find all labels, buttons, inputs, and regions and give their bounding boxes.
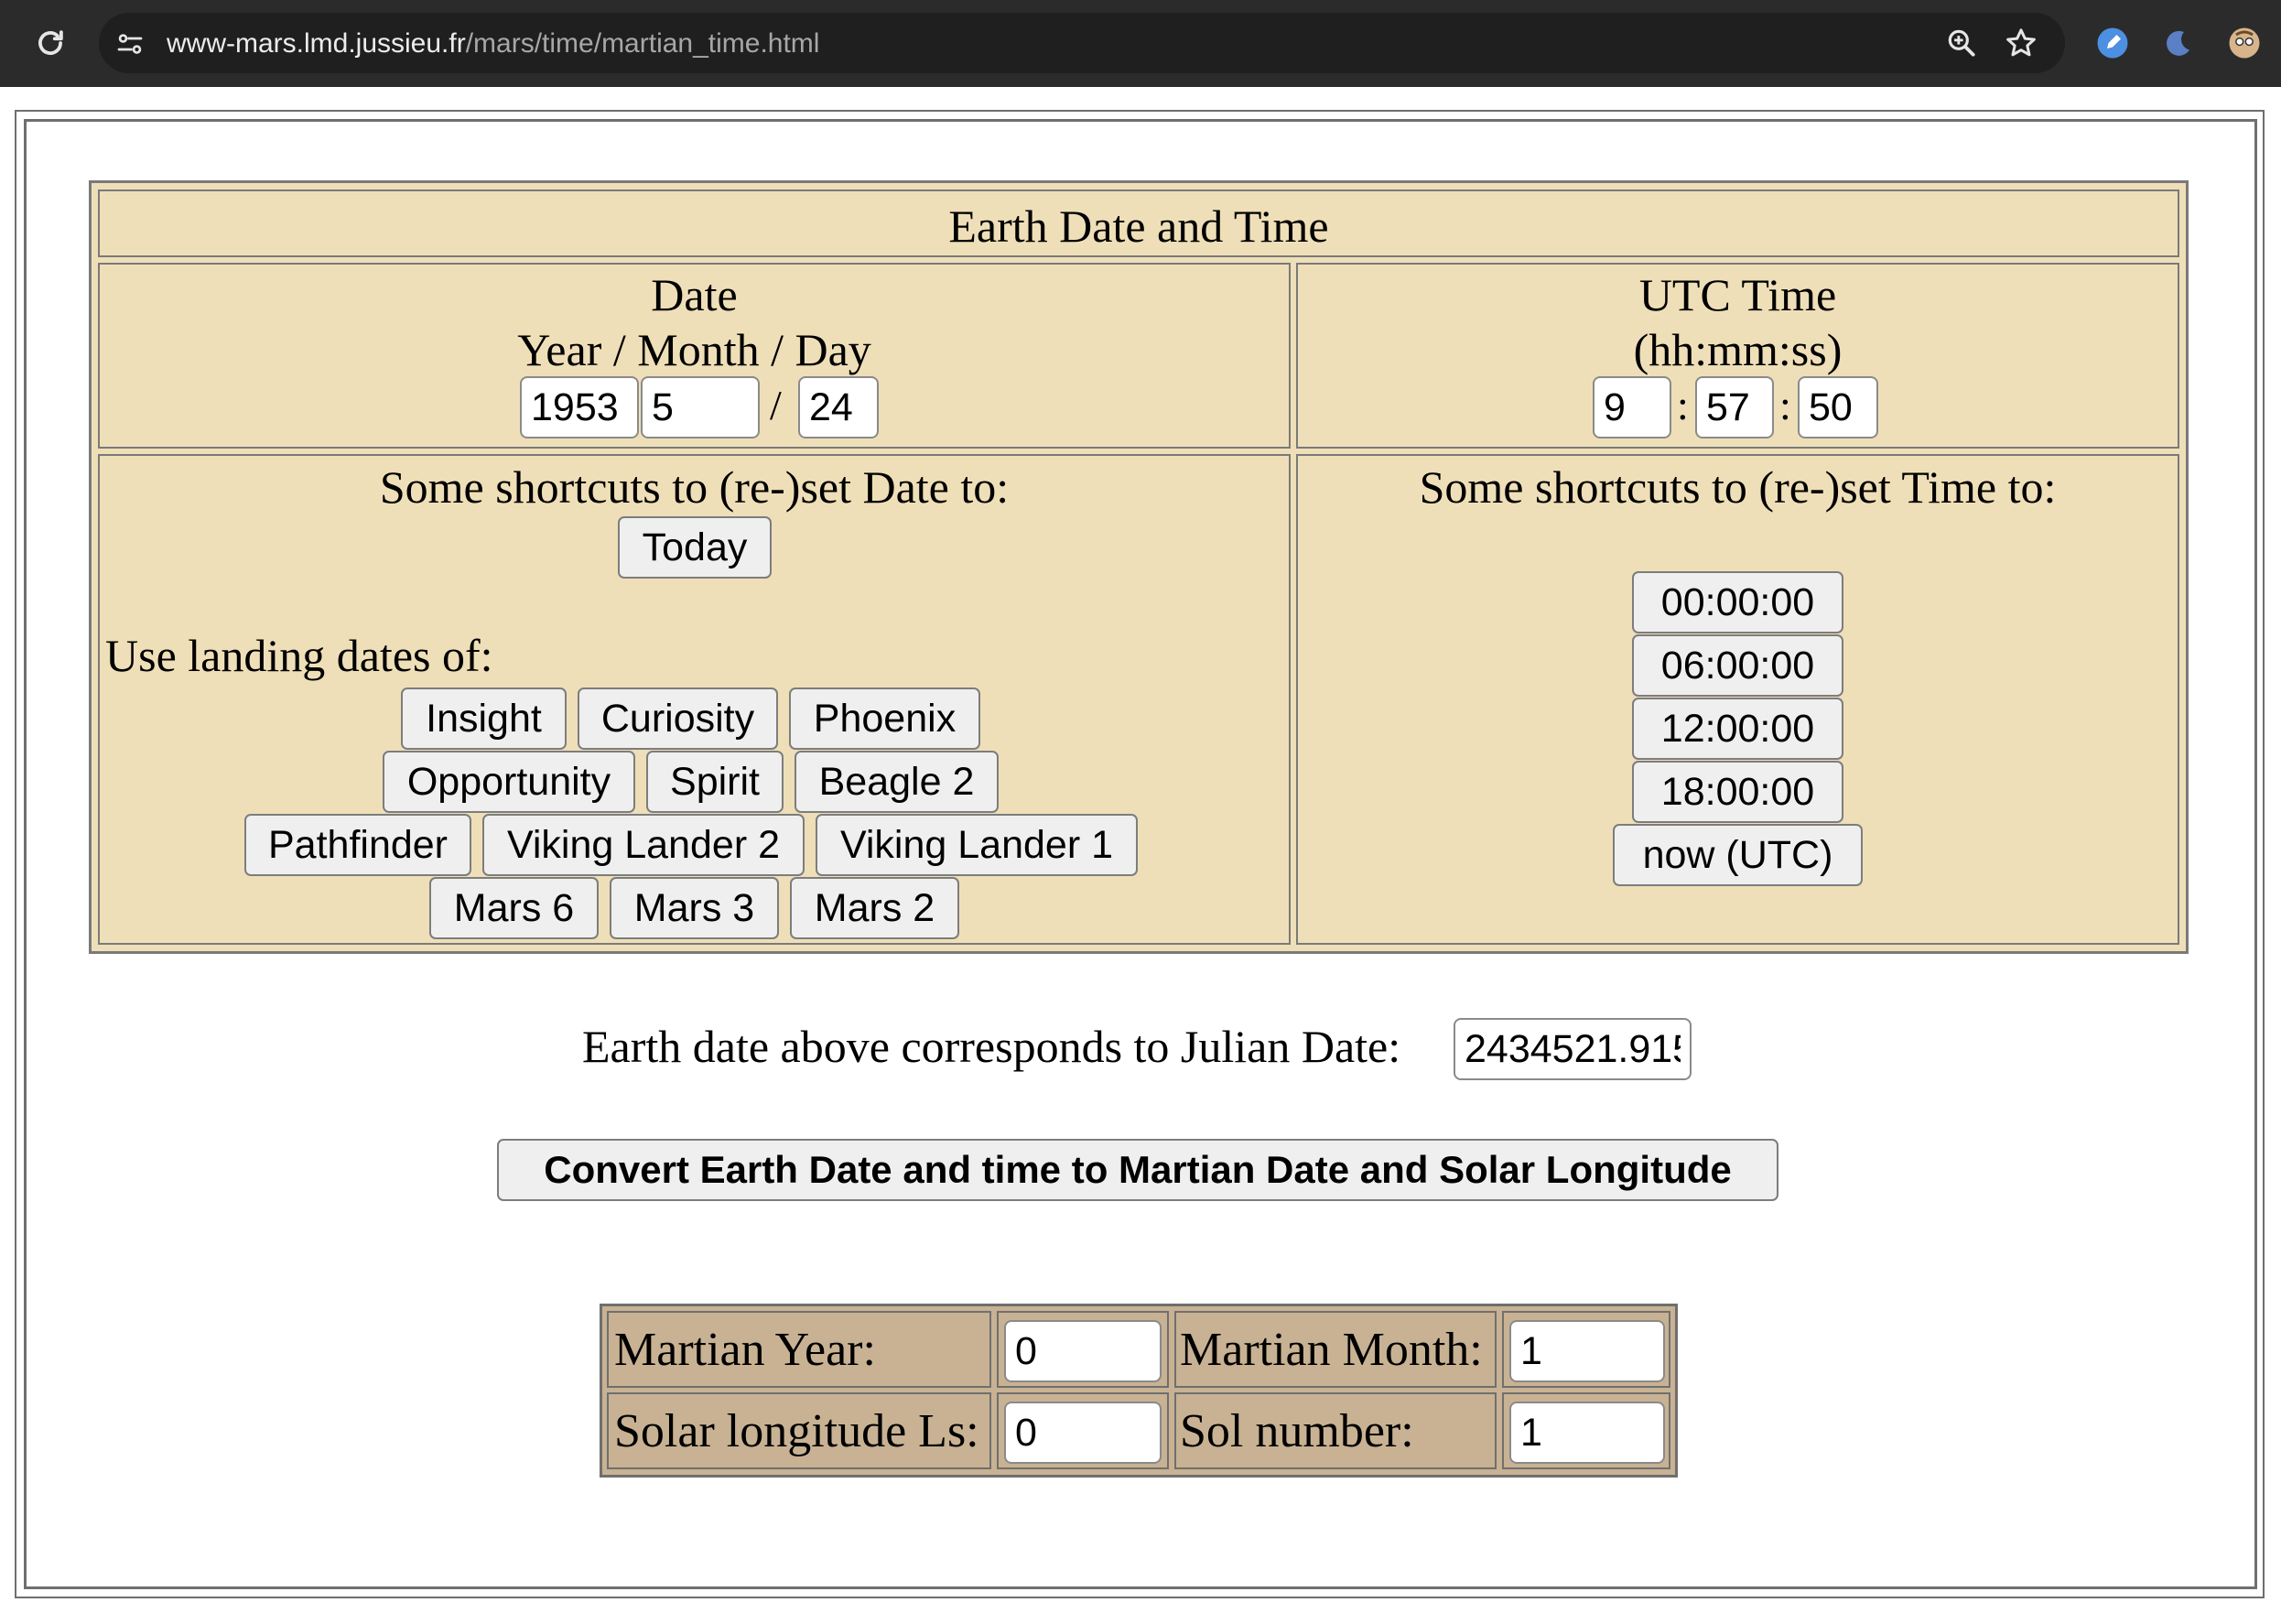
mars6-button[interactable]: Mars 6	[429, 877, 599, 939]
time-label: UTC Time	[1638, 269, 1837, 320]
ls-label-cell: Solar longitude Ls:	[607, 1392, 991, 1469]
date-shortcuts-heading: Some shortcuts to (re-)set Date to:	[379, 461, 1010, 513]
ls-value-cell	[997, 1392, 1169, 1469]
time-shortcuts-cell: Some shortcuts to (re-)set Time to: 00:0…	[1296, 454, 2179, 945]
phoenix-button[interactable]: Phoenix	[789, 687, 980, 750]
date-label: Date	[651, 269, 738, 320]
time-06-button[interactable]: 06:00:00	[1632, 634, 1843, 697]
extension-moon-icon[interactable]	[2162, 27, 2195, 60]
seconds-input[interactable]	[1798, 376, 1878, 438]
viking-lander-1-button[interactable]: Viking Lander 1	[816, 814, 1138, 876]
site-info-icon[interactable]	[114, 27, 146, 60]
time-separator: :	[1677, 382, 1689, 428]
spirit-button[interactable]: Spirit	[646, 751, 784, 813]
martian-year-label: Martian Year:	[614, 1324, 876, 1376]
earth-panel: Earth Date and Time Date Year / Month / …	[89, 180, 2189, 954]
time-format-label: (hh:mm:ss)	[1633, 324, 1843, 375]
sol-value-cell	[1502, 1392, 1670, 1469]
time-00-button[interactable]: 00:00:00	[1632, 571, 1843, 633]
pathfinder-button[interactable]: Pathfinder	[244, 814, 471, 876]
url-text[interactable]: www-mars.lmd.jussieu.fr/mars/time/martia…	[167, 26, 819, 62]
time-18-button[interactable]: 18:00:00	[1632, 761, 1843, 823]
sol-number-label: Sol number:	[1180, 1405, 1414, 1457]
mars3-button[interactable]: Mars 3	[610, 877, 779, 939]
beagle2-button[interactable]: Beagle 2	[795, 751, 999, 813]
results-table: Martian Year: Martian Month: Solar longi…	[600, 1304, 1678, 1478]
landing-dates-label: Use landing dates of:	[105, 630, 493, 681]
url-host: www-mars.lmd.jussieu.fr	[167, 28, 466, 59]
date-format-label: Year / Month / Day	[517, 324, 871, 375]
curiosity-button[interactable]: Curiosity	[578, 687, 778, 750]
month-input[interactable]	[641, 376, 760, 438]
martian-month-output[interactable]	[1509, 1320, 1665, 1382]
extension-pen-icon[interactable]	[2096, 27, 2129, 60]
extension-avatar-icon[interactable]	[2228, 27, 2261, 60]
martian-year-output[interactable]	[1004, 1320, 1162, 1382]
martian-month-label: Martian Month:	[1180, 1324, 1483, 1376]
viking-lander-2-button[interactable]: Viking Lander 2	[482, 814, 805, 876]
julian-date-input[interactable]	[1454, 1018, 1692, 1080]
time-separator: :	[1779, 382, 1791, 428]
mars2-button[interactable]: Mars 2	[790, 877, 959, 939]
sol-label-cell: Sol number:	[1174, 1392, 1497, 1469]
solar-longitude-output[interactable]	[1004, 1402, 1162, 1464]
convert-button[interactable]: Convert Earth Date and time to Martian D…	[497, 1139, 1778, 1201]
browser-toolbar: www-mars.lmd.jussieu.fr/mars/time/martia…	[0, 0, 2281, 87]
time-shortcuts-heading: Some shortcuts to (re-)set Time to:	[1419, 461, 2057, 513]
date-shortcuts-cell: Some shortcuts to (re-)set Date to: Toda…	[98, 454, 1291, 945]
martian-month-label-cell: Martian Month:	[1174, 1311, 1497, 1388]
now-utc-button[interactable]: now (UTC)	[1613, 824, 1863, 886]
opportunity-button[interactable]: Opportunity	[383, 751, 635, 813]
year-input[interactable]	[520, 376, 639, 438]
day-input[interactable]	[798, 376, 879, 438]
earth-heading: Earth Date and Time	[948, 200, 1329, 252]
star-icon[interactable]	[2003, 25, 2039, 61]
time-12-button[interactable]: 12:00:00	[1632, 698, 1843, 760]
time-cell: UTC Time (hh:mm:ss) : :	[1296, 263, 2179, 449]
zoom-icon[interactable]	[1944, 26, 1979, 60]
martian-year-label-cell: Martian Year:	[607, 1311, 991, 1388]
solar-longitude-label: Solar longitude Ls:	[614, 1405, 979, 1457]
url-path: /mars/time/martian_time.html	[465, 28, 820, 59]
reload-icon[interactable]	[33, 26, 68, 60]
hours-input[interactable]	[1593, 376, 1671, 438]
insight-button[interactable]: Insight	[401, 687, 567, 750]
martian-month-value-cell	[1502, 1311, 1670, 1388]
minutes-input[interactable]	[1695, 376, 1774, 438]
earth-heading-cell: Earth Date and Time	[98, 189, 2179, 257]
date-separator: /	[770, 382, 782, 428]
date-cell: Date Year / Month / Day / /	[98, 263, 1291, 449]
sol-number-output[interactable]	[1509, 1402, 1665, 1464]
martian-year-value-cell	[997, 1311, 1169, 1388]
julian-date-label: Earth date above corresponds to Julian D…	[582, 1021, 1401, 1072]
today-button[interactable]: Today	[618, 516, 772, 579]
